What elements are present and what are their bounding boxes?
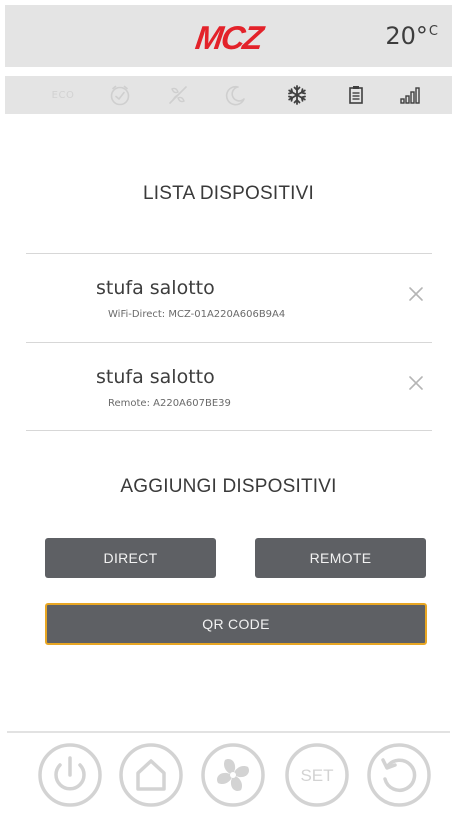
refresh-button[interactable] <box>366 742 432 808</box>
device-name: stufa salotto <box>96 277 215 299</box>
temperature-unit: C <box>428 24 438 39</box>
device-list-item[interactable]: stufa salotto Remote: A220A607BE39 <box>26 343 432 431</box>
device-connection: WiFi-Direct: MCZ-01A220A606B9A4 <box>108 309 286 320</box>
device-list-item[interactable]: stufa salotto WiFi-Direct: MCZ-01A220A60… <box>26 254 432 342</box>
signal-icon <box>391 76 431 114</box>
home-button[interactable] <box>118 742 184 808</box>
power-button[interactable] <box>37 742 103 808</box>
set-button[interactable]: SET <box>284 742 350 808</box>
remove-device-button[interactable] <box>404 282 428 306</box>
home-icon <box>119 743 183 807</box>
device-connection: Remote: A220A607BE39 <box>108 398 231 409</box>
moon-icon <box>216 76 256 114</box>
direct-button[interactable]: DIRECT <box>45 538 216 578</box>
set-icon: SET <box>285 743 349 807</box>
bottom-divider <box>7 731 450 733</box>
status-bar: ECO <box>5 76 452 114</box>
pellet-tank-icon <box>336 76 376 114</box>
close-icon <box>409 376 423 390</box>
fan-off-icon <box>158 76 198 114</box>
fan-button[interactable] <box>200 742 266 808</box>
add-devices-title: AGGIUNGI DISPOSITIVI <box>120 476 337 497</box>
snowflake-icon <box>277 76 317 114</box>
device-name: stufa salotto <box>96 366 215 388</box>
eco-indicator: ECO <box>43 76 83 114</box>
power-icon <box>38 743 102 807</box>
refresh-icon <box>367 743 431 807</box>
remove-device-button[interactable] <box>404 371 428 395</box>
clock-icon <box>100 76 140 114</box>
fan-icon <box>201 743 265 807</box>
set-label: SET <box>300 766 333 785</box>
qr-code-button[interactable]: QR CODE <box>45 603 427 645</box>
list-divider <box>26 430 432 431</box>
remote-button[interactable]: REMOTE <box>255 538 426 578</box>
temperature-value: 20° <box>385 22 428 50</box>
temperature-readout: 20°C <box>385 22 438 50</box>
app-header: MCZ 20°C <box>5 5 452 67</box>
eco-label: ECO <box>51 89 75 101</box>
close-icon <box>409 287 423 301</box>
device-list-title: LISTA DISPOSITIVI <box>143 183 314 204</box>
